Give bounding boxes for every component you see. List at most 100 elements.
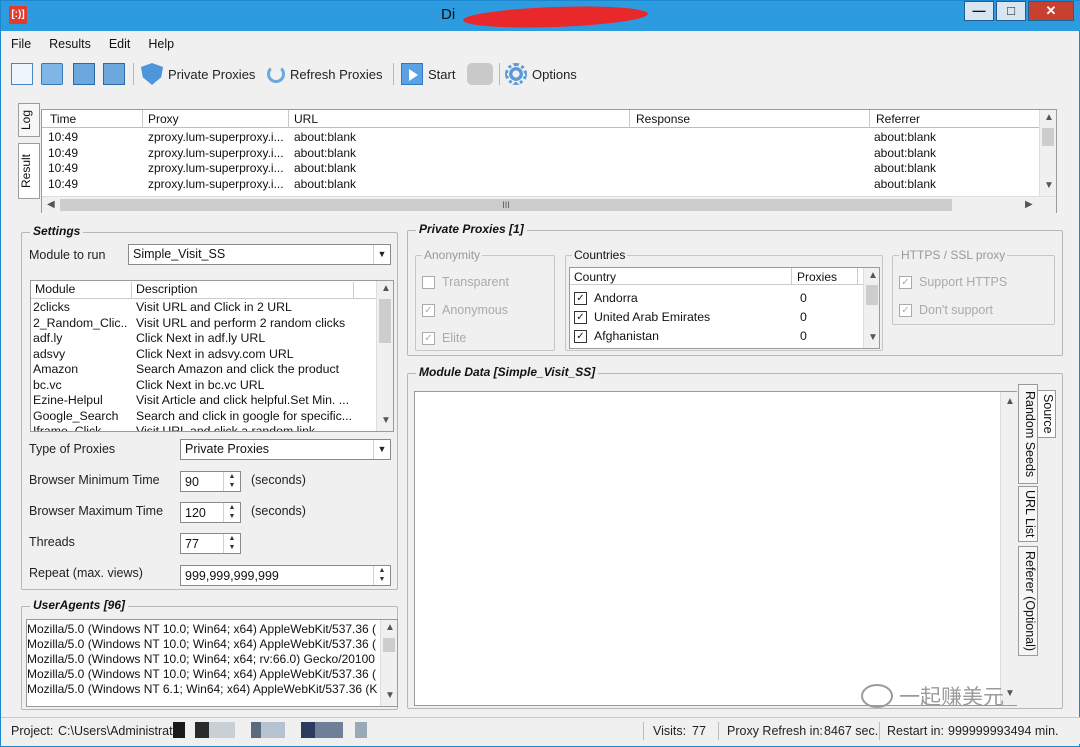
- table-row[interactable]: 10:49 zproxy.lum-superproxy.i... about:bla…: [42, 130, 1040, 146]
- table-row[interactable]: 10:49 zproxy.lum-superproxy.i... about:bla…: [42, 161, 1040, 177]
- proxy-type-select[interactable]: Private Proxies ▼: [180, 439, 391, 460]
- grid-vertical-scrollbar[interactable]: ▲ ▼: [1039, 110, 1056, 196]
- col-proxy[interactable]: Proxy: [148, 112, 179, 126]
- table-row[interactable]: 10:49 zproxy.lum-superproxy.i... about:bla…: [42, 177, 1040, 193]
- minimize-button[interactable]: —: [964, 1, 994, 21]
- start-button[interactable]: Start: [401, 61, 455, 87]
- scroll-down-icon[interactable]: ▼: [1005, 688, 1015, 699]
- module-list-scrollbar[interactable]: ▲ ▼: [376, 281, 393, 431]
- list-item[interactable]: 2clicks Visit URL and Click in 2 URL: [31, 300, 376, 316]
- menu-edit[interactable]: Edit: [109, 37, 131, 51]
- col-referrer[interactable]: Referrer: [876, 112, 920, 126]
- gear-icon: [505, 63, 527, 85]
- scroll-thumb[interactable]: [379, 299, 391, 343]
- scroll-down-icon[interactable]: ▼: [868, 332, 878, 343]
- scroll-left-icon[interactable]: ◀: [47, 199, 55, 210]
- checkbox-checked-icon[interactable]: ✓: [574, 291, 587, 305]
- useragents-list[interactable]: Mozilla/5.0 (Windows NT 10.0; Win64; x64…: [26, 619, 398, 707]
- list-item[interactable]: ✓ Afghanistan 0: [574, 327, 864, 345]
- threads-stepper[interactable]: 77 ▲ ▼: [180, 533, 241, 554]
- scroll-up-icon[interactable]: ▲: [868, 270, 878, 281]
- grid-horizontal-scrollbar[interactable]: ◀ III ▶: [42, 196, 1056, 213]
- browser-max-stepper[interactable]: 120 ▲ ▼: [180, 502, 241, 523]
- list-item[interactable]: Mozilla/5.0 (Windows NT 6.1; Win64; x64)…: [27, 682, 377, 696]
- menu-help[interactable]: Help: [148, 37, 174, 51]
- spin-arrows-icon[interactable]: ▲ ▼: [223, 472, 240, 491]
- seconds-label: (seconds): [251, 473, 306, 487]
- scroll-up-icon[interactable]: ▲: [385, 622, 395, 633]
- menu-results[interactable]: Results: [49, 37, 91, 51]
- col-module[interactable]: Module: [35, 282, 75, 296]
- maximize-button[interactable]: □: [996, 1, 1026, 21]
- support-https-checkbox[interactable]: ✓ Support HTTPS: [899, 275, 1007, 289]
- dont-support-checkbox[interactable]: ✓ Don't support: [899, 303, 993, 317]
- scroll-thumb[interactable]: [866, 285, 878, 305]
- useragents-scrollbar[interactable]: ▲ ▼: [380, 620, 397, 706]
- list-item[interactable]: 2_Random_Clic... Visit URL and perform 2 …: [31, 316, 376, 332]
- anonymous-checkbox[interactable]: ✓ Anonymous: [422, 303, 508, 317]
- list-item[interactable]: Amazon Search Amazon and click the produc…: [31, 362, 376, 378]
- col-description[interactable]: Description: [136, 282, 198, 296]
- list-item[interactable]: Mozilla/5.0 (Windows NT 10.0; Win64; x64…: [27, 637, 376, 651]
- scroll-thumb[interactable]: III: [60, 199, 952, 211]
- tab-result[interactable]: Result: [18, 143, 40, 199]
- scroll-thumb[interactable]: [1042, 128, 1054, 146]
- stop-button[interactable]: [467, 61, 498, 87]
- tab-url-list[interactable]: URL List: [1018, 486, 1038, 542]
- list-item[interactable]: Mozilla/5.0 (Windows NT 10.0; Win64; x64…: [27, 652, 375, 666]
- tab-random-seeds[interactable]: Random Seeds: [1018, 384, 1038, 484]
- refresh-proxies-button[interactable]: Refresh Proxies: [267, 61, 382, 87]
- list-item[interactable]: Google_Search Search and click in google …: [31, 409, 376, 425]
- countries-list[interactable]: Country Proxies ✓ Andorra 0 ✓ United Arab E…: [569, 267, 880, 349]
- spin-arrows-icon[interactable]: ▲ ▼: [223, 503, 240, 522]
- module-select[interactable]: Simple_Visit_SS ▼: [128, 244, 391, 265]
- scroll-up-icon[interactable]: ▲: [1044, 112, 1054, 123]
- checkbox-checked-icon[interactable]: ✓: [574, 329, 587, 343]
- editor-scrollbar[interactable]: ▲ ▼: [1000, 392, 1017, 705]
- tab-source[interactable]: Source: [1036, 390, 1056, 438]
- countries-scrollbar[interactable]: ▲ ▼: [863, 268, 879, 348]
- browser-min-stepper[interactable]: 90 ▲ ▼: [180, 471, 241, 492]
- scroll-up-icon[interactable]: ▲: [1005, 396, 1015, 407]
- scroll-right-icon[interactable]: ▶: [1025, 199, 1033, 210]
- save-as-button[interactable]: [103, 61, 130, 87]
- scroll-down-icon[interactable]: ▼: [385, 690, 395, 701]
- tab-log[interactable]: Log: [18, 103, 40, 137]
- list-item[interactable]: adf.ly Click Next in adf.ly URL: [31, 331, 376, 347]
- module-data-editor[interactable]: ▲ ▼: [414, 391, 1017, 706]
- menu-file[interactable]: File: [11, 37, 31, 51]
- list-item[interactable]: ✓ United Arab Emirates 0: [574, 308, 864, 326]
- list-item[interactable]: Mozilla/5.0 (Windows NT 10.0; Win64; x64…: [27, 622, 376, 636]
- options-button[interactable]: Options: [505, 61, 577, 87]
- spin-arrows-icon[interactable]: ▲ ▼: [223, 534, 240, 553]
- private-proxies-button[interactable]: Private Proxies: [141, 61, 255, 87]
- scroll-up-icon[interactable]: ▲: [381, 283, 391, 294]
- close-button[interactable]: ✕: [1028, 1, 1074, 21]
- tab-referer[interactable]: Referer (Optional): [1018, 546, 1038, 656]
- results-grid[interactable]: Time Proxy URL Response Referrer 10:49 zp…: [41, 109, 1057, 213]
- module-list[interactable]: Module Description 2clicks Visit URL and C…: [30, 280, 394, 432]
- col-time[interactable]: Time: [50, 112, 76, 126]
- spin-arrows-icon[interactable]: ▲ ▼: [373, 566, 390, 585]
- checkbox-checked-icon[interactable]: ✓: [574, 310, 587, 324]
- repeat-stepper[interactable]: 999,999,999,999 ▲ ▼: [180, 565, 391, 586]
- col-country[interactable]: Country: [574, 270, 616, 284]
- col-url[interactable]: URL: [294, 112, 318, 126]
- transparent-checkbox[interactable]: Transparent: [422, 275, 509, 289]
- scroll-thumb[interactable]: [383, 638, 395, 652]
- scroll-down-icon[interactable]: ▼: [381, 415, 391, 426]
- list-item[interactable]: ✓ Andorra 0: [574, 289, 864, 307]
- list-item[interactable]: Iframe_Click Visit URL and click a random…: [31, 424, 376, 431]
- scroll-down-icon[interactable]: ▼: [1044, 180, 1054, 191]
- new-button[interactable]: [11, 61, 38, 87]
- save-button[interactable]: [73, 61, 100, 87]
- elite-checkbox[interactable]: ✓ Elite: [422, 331, 466, 345]
- col-proxies[interactable]: Proxies: [797, 270, 837, 284]
- table-row[interactable]: 10:49 zproxy.lum-superproxy.i... about:bla…: [42, 146, 1040, 162]
- list-item[interactable]: bc.vc Click Next in bc.vc URL: [31, 378, 376, 394]
- list-item[interactable]: Ezine-Helpul Visit Article and click help…: [31, 393, 376, 409]
- open-button[interactable]: [41, 61, 68, 87]
- list-item[interactable]: Mozilla/5.0 (Windows NT 10.0; Win64; x64…: [27, 667, 376, 681]
- list-item[interactable]: adsvy Click Next in adsvy.com URL: [31, 347, 376, 363]
- col-response[interactable]: Response: [636, 112, 690, 126]
